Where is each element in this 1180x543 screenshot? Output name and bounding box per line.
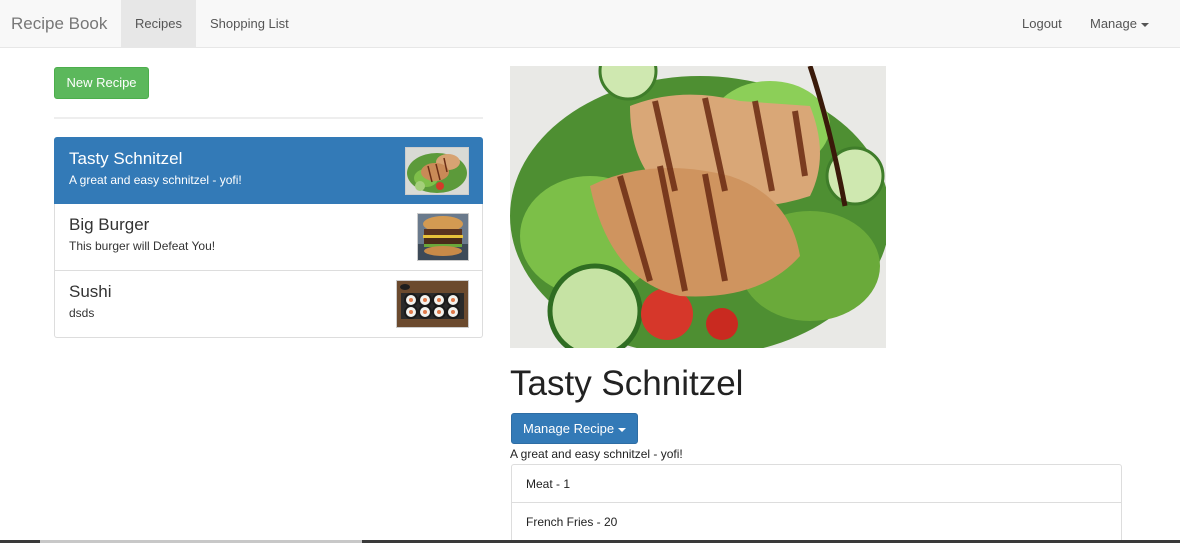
recipe-item-name: Tasty Schnitzel bbox=[69, 149, 183, 168]
caret-down-icon bbox=[1140, 22, 1149, 27]
recipe-item-description: dsds bbox=[69, 306, 95, 320]
manage-recipe-label: Manage Recipe bbox=[523, 421, 615, 436]
recipe-item-description: A great and easy schnitzel - yofi! bbox=[69, 173, 242, 187]
navbar: Recipe Book Recipes Shopping List Logout… bbox=[0, 0, 1180, 48]
recipe-item-sushi[interactable]: Sushi dsds bbox=[54, 271, 483, 338]
manage-recipe-button[interactable]: Manage Recipe bbox=[511, 413, 638, 444]
logout-link[interactable]: Logout bbox=[1008, 0, 1076, 47]
nav-shopping-list-link[interactable]: Shopping List bbox=[196, 0, 303, 47]
caret-down-icon bbox=[618, 427, 627, 432]
recipe-title: Tasty Schnitzel bbox=[510, 364, 744, 403]
recipe-item-tasty-schnitzel[interactable]: Tasty Schnitzel A great and easy schnitz… bbox=[54, 137, 483, 204]
recipe-item-big-burger[interactable]: Big Burger This burger will Defeat You! bbox=[54, 204, 483, 271]
new-recipe-button[interactable]: New Recipe bbox=[54, 67, 149, 99]
manage-dropdown[interactable]: Manage bbox=[1076, 0, 1163, 47]
recipe-item-description: This burger will Defeat You! bbox=[69, 239, 216, 253]
recipe-list: Tasty Schnitzel A great and easy schnitz… bbox=[54, 137, 483, 338]
ingredient-item[interactable]: French Fries - 20 bbox=[511, 503, 1122, 542]
recipe-description: A great and easy schnitzel - yofi! bbox=[510, 447, 683, 461]
recipe-thumbnail bbox=[405, 147, 469, 195]
recipe-item-name: Sushi bbox=[69, 282, 112, 301]
manage-dropdown-label: Manage bbox=[1090, 16, 1137, 31]
nav-recipes-link[interactable]: Recipes bbox=[121, 0, 196, 47]
recipe-thumbnail bbox=[396, 280, 469, 328]
ingredient-list: Meat - 1 French Fries - 20 bbox=[511, 464, 1122, 542]
recipe-thumbnail bbox=[417, 213, 469, 261]
divider bbox=[54, 117, 483, 119]
brand-link[interactable]: Recipe Book bbox=[11, 14, 107, 34]
recipe-item-name: Big Burger bbox=[69, 215, 150, 234]
ingredient-item[interactable]: Meat - 1 bbox=[511, 464, 1122, 503]
recipe-image bbox=[510, 66, 886, 348]
